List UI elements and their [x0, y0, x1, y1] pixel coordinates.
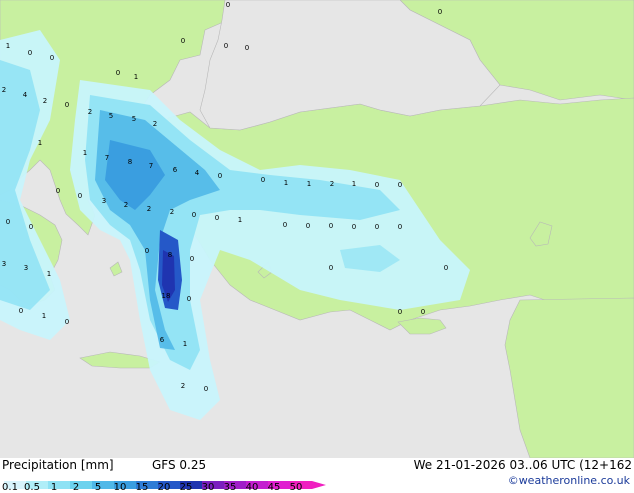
- precip-value-label: 0: [19, 307, 23, 315]
- precip-value-label: 7: [105, 154, 109, 162]
- precip-value-label: 1: [134, 73, 138, 81]
- color-scale-tick-label: 0.5: [24, 482, 40, 493]
- precip-value-label: 18: [162, 292, 171, 300]
- precip-value-label: 0: [28, 49, 32, 57]
- color-scale-tick-label: 1: [50, 482, 58, 493]
- precip-value-label: 1: [307, 180, 311, 188]
- precip-value-label: 1: [352, 180, 356, 188]
- precip-value-label: 0: [329, 222, 333, 230]
- model-label: GFS 0.25: [152, 458, 207, 472]
- precip-value-label: 0: [65, 318, 69, 326]
- precip-value-label: 1: [238, 216, 242, 224]
- precip-value-label: 0: [190, 255, 194, 263]
- color-scale-tick-label: 0.1: [2, 482, 18, 493]
- precip-value-label: 0: [398, 223, 402, 231]
- color-scale-tick-label: 30: [201, 482, 215, 493]
- precip-value-label: 3: [2, 260, 6, 268]
- precip-value-label: 0: [245, 44, 249, 52]
- precip-value-label: 0: [398, 181, 402, 189]
- precip-value-label: 0: [29, 223, 33, 231]
- precip-value-label: 0: [218, 172, 222, 180]
- precip-value-label: 3: [102, 197, 106, 205]
- precip-value-label: 1: [83, 149, 87, 157]
- precip-value-label: 8: [168, 251, 172, 259]
- precip-value-label: 0: [306, 222, 310, 230]
- color-scale-tick-label: 10: [113, 482, 127, 493]
- precip-value-label: 6: [173, 166, 178, 174]
- precip-value-label: 0: [65, 101, 69, 109]
- precip-value-label: 2: [181, 382, 185, 390]
- color-scale: 0.1 0.5 1 2 5 10 15 20 25 30 35 40 45 50: [2, 474, 334, 493]
- precip-value-label: 0: [187, 295, 191, 303]
- precip-value-label: 5: [109, 112, 113, 120]
- color-scale-tick-label: 50: [289, 482, 303, 493]
- precip-value-label: 0: [375, 223, 379, 231]
- precip-value-label: 4: [23, 91, 28, 99]
- precipitation-map: 0 0 1 0 0 0 0 0 0 1 2 4 2 0 2 5 5 2 1 1 7 8 7 6 4 0 0 1 1 2 1 0 0 0 0 3 2 2 2 0…: [0, 0, 634, 458]
- precip-value-label: 1: [183, 340, 187, 348]
- precip-value-label: 1: [47, 270, 51, 278]
- precip-value-label: 1: [42, 312, 46, 320]
- precip-value-label: 2: [330, 180, 334, 188]
- precip-value-label: 7: [149, 162, 153, 170]
- precip-value-label: 2: [170, 208, 174, 216]
- precip-value-label: 8: [128, 158, 132, 166]
- precip-value-label: 2: [88, 108, 92, 116]
- precip-value-label: 0: [352, 223, 356, 231]
- precip-value-label: 0: [145, 247, 149, 255]
- color-scale-tick-label: 40: [245, 482, 259, 493]
- color-scale-tick-label: 5: [94, 482, 102, 493]
- precip-value-label: 0: [192, 211, 196, 219]
- precip-value-label: 6: [160, 336, 165, 344]
- color-scale-tick-label: 45: [267, 482, 281, 493]
- precip-value-label: 0: [78, 192, 82, 200]
- precip-value-label: 4: [195, 169, 200, 177]
- precip-value-label: 2: [153, 120, 157, 128]
- precip-value-label: 2: [147, 205, 151, 213]
- color-scale-tick-label: 25: [179, 482, 193, 493]
- precip-value-label: 5: [132, 115, 136, 123]
- precip-value-label: 1: [6, 42, 10, 50]
- precip-value-label: 0: [261, 176, 265, 184]
- precip-value-label: 0: [181, 37, 185, 45]
- color-scale-tick-label: 2: [72, 482, 80, 493]
- precip-value-label: 0: [6, 218, 10, 226]
- precip-value-label: 1: [38, 139, 42, 147]
- precip-value-label: 0: [375, 181, 379, 189]
- precip-value-label: 0: [444, 264, 448, 272]
- precip-value-label: 2: [43, 97, 47, 105]
- precip-value-label: 0: [56, 187, 60, 195]
- precip-value-label: 0: [438, 8, 442, 16]
- precip-value-label: 0: [50, 54, 54, 62]
- precip-value-label: 0: [421, 308, 425, 316]
- precip-value-label: 0: [116, 69, 120, 77]
- color-scale-tick-label: 15: [135, 482, 149, 493]
- color-scale-tick-label: 35: [223, 482, 237, 493]
- precip-value-label: 0: [215, 214, 219, 222]
- precip-value-label: 0: [224, 42, 228, 50]
- legend-title: Precipitation [mm]: [2, 458, 114, 472]
- valid-time: We 21-01-2026 03..06 UTC (12+162: [413, 458, 632, 472]
- precip-value-label: 0: [204, 385, 208, 393]
- precip-value-label: 2: [124, 201, 128, 209]
- precip-value-label: 2: [2, 86, 6, 94]
- color-scale-arrow: [312, 481, 326, 489]
- precip-value-label: 1: [284, 179, 288, 187]
- precip-value-label: 0: [398, 308, 402, 316]
- legend-footer: Precipitation [mm] GFS 0.25 We 21-01-202…: [0, 458, 634, 493]
- precip-value-label: 0: [329, 264, 333, 272]
- precip-value-label: 0: [283, 221, 287, 229]
- color-scale-tick-label: 20: [157, 482, 171, 493]
- precip-value-label: 3: [24, 264, 28, 272]
- precip-value-label: 0: [226, 1, 230, 9]
- credit-link[interactable]: ©weatheronline.co.uk: [508, 474, 630, 487]
